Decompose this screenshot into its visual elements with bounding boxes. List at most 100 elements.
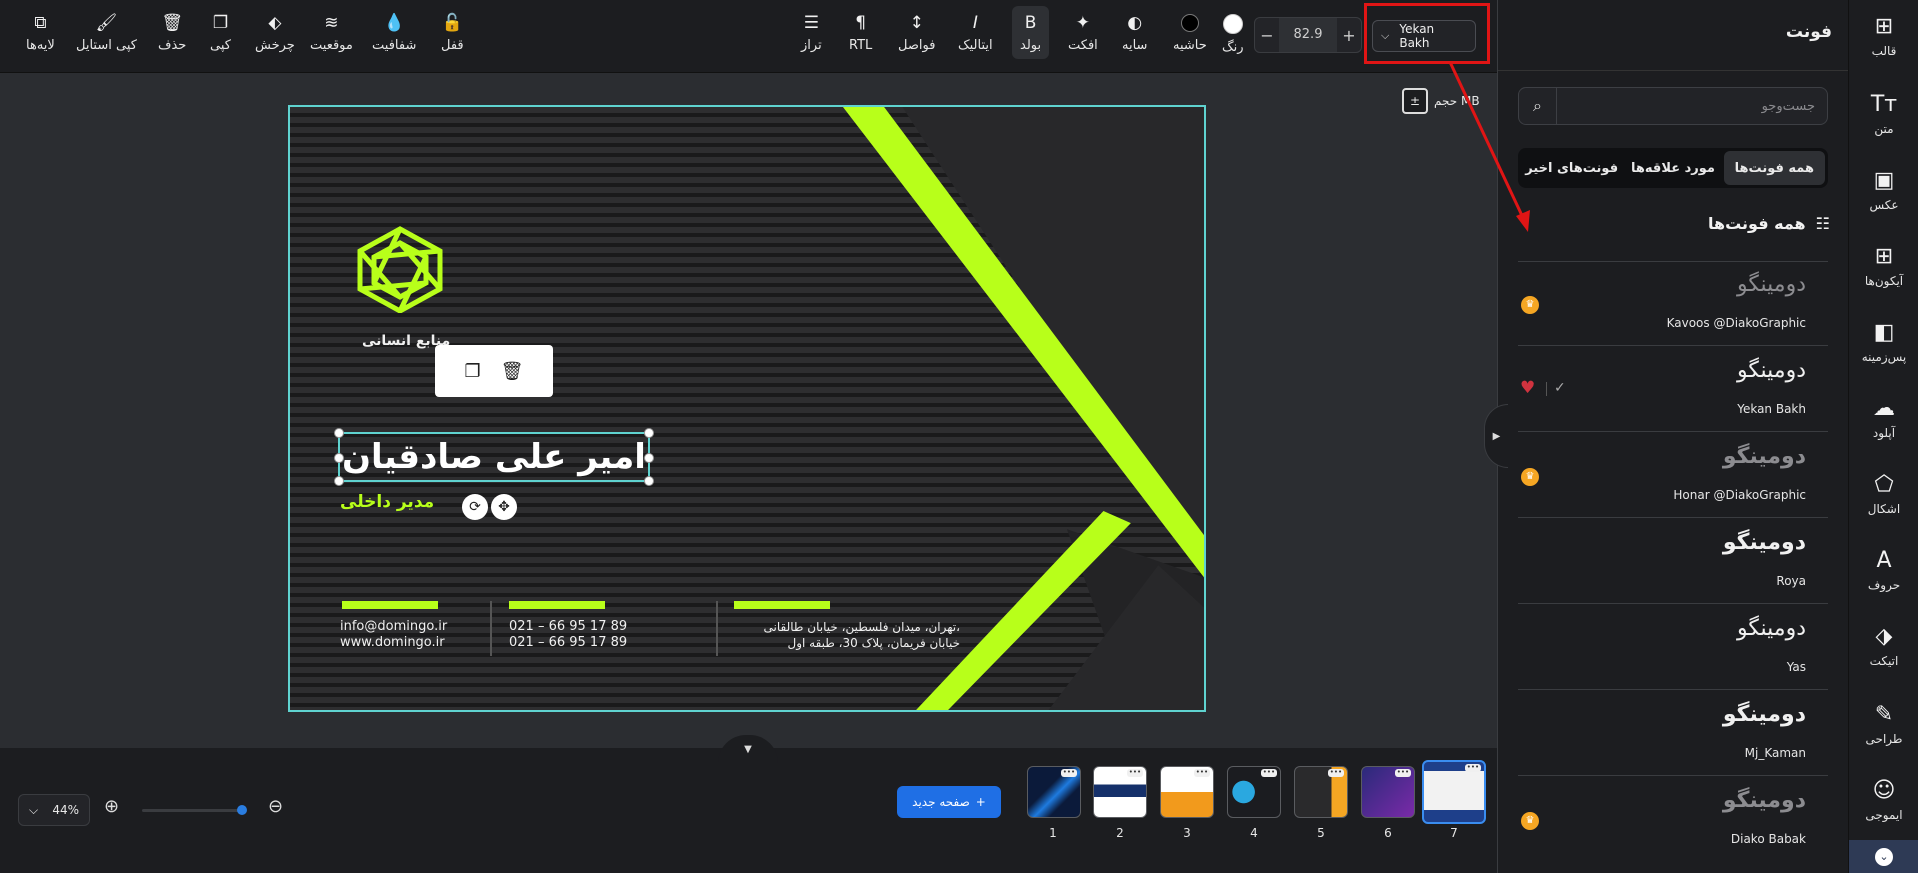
heart-icon[interactable]: ♥ [1520, 378, 1535, 398]
font-size-increase-button[interactable]: + [1337, 26, 1361, 45]
page-thumbnail[interactable]: ••• [1227, 766, 1281, 818]
file-size-indicator: ± حجم MB [1402, 88, 1480, 114]
selection-toolbar: ❐ 🗑 [435, 345, 553, 397]
rail-item-emoji[interactable]: ☺ ایموجی [1849, 778, 1918, 822]
rail-item-template[interactable]: ⊞ قالب [1849, 14, 1918, 58]
align-button[interactable]: ☰ تراز [801, 14, 822, 53]
rail-item-text[interactable]: Tт متن [1849, 92, 1918, 136]
resize-handle[interactable] [334, 476, 344, 486]
spacing-button[interactable]: ↕ فواصل [898, 14, 935, 53]
tab-recent[interactable]: فونت‌های اخیر [1521, 151, 1622, 185]
copy-button[interactable]: ❐ کپی [210, 14, 231, 53]
color-icon [1222, 14, 1243, 34]
tab-favorites[interactable]: مورد علاقه‌ها [1622, 151, 1723, 185]
person-name-text[interactable]: امیر علی صادقیان [340, 436, 648, 478]
selected-text-box[interactable]: امیر علی صادقیان [334, 428, 654, 486]
position-button[interactable]: ≋ موقعیت [310, 14, 353, 53]
more-icon[interactable]: ••• [1328, 769, 1344, 777]
page-thumbnail[interactable]: ••• [1294, 766, 1348, 818]
position-icon: ≋ [324, 13, 339, 33]
contact-web[interactable]: info@domingo.ir www.domingo.ir [340, 619, 447, 651]
page-thumbnail-active[interactable]: ••• [1422, 760, 1486, 824]
search-icon[interactable]: ⌕ [1519, 88, 1557, 124]
tab-all-fonts[interactable]: همه فونت‌ها [1723, 151, 1825, 185]
search-input[interactable] [1559, 88, 1823, 124]
border-button[interactable]: حاشیه [1173, 14, 1207, 53]
contact-address[interactable]: تهران، میدان فلسطین، خیابان طالقانی، خیا… [740, 619, 960, 651]
font-size-decrease-button[interactable]: − [1255, 26, 1279, 45]
opacity-button[interactable]: 💧 شفافیت [372, 14, 416, 53]
trash-icon[interactable]: 🗑 [501, 361, 524, 382]
font-list-item-selected[interactable]: ♥ ✓ دومینگو Yekan Bakh [1518, 348, 1828, 432]
font-list-item[interactable]: دومینگو Yas [1518, 606, 1828, 690]
font-list-item[interactable]: ♛ دومینگو Honar @DiakoGraphic [1518, 434, 1828, 518]
rail-item-upload[interactable]: ☁ آپلود [1849, 396, 1918, 440]
duplicate-icon[interactable]: ❐ [465, 361, 481, 382]
resize-handle[interactable] [334, 453, 344, 463]
italic-button[interactable]: I ایتالیک [958, 14, 993, 53]
contact-phone[interactable]: 021 – 66 95 17 89 021 – 66 95 17 89 [509, 619, 627, 651]
collapse-pages-button[interactable]: ▼ [718, 735, 778, 763]
hexagon-logo-icon[interactable] [352, 225, 448, 313]
accent-bar [734, 601, 830, 609]
page-thumbnail[interactable]: ••• [1093, 766, 1147, 818]
rail-item-design[interactable]: ✎ طراحی [1849, 702, 1918, 746]
page-thumbnail[interactable]: ••• [1361, 766, 1415, 818]
effect-button[interactable]: ✦ افکت [1068, 14, 1098, 53]
more-icon[interactable]: ••• [1127, 769, 1143, 777]
more-icon[interactable]: ••• [1261, 769, 1277, 777]
more-icon[interactable]: ••• [1061, 769, 1077, 777]
zoom-slider-knob[interactable] [237, 805, 247, 815]
resize-handle[interactable] [334, 428, 344, 438]
bold-button[interactable]: B بولد [1012, 6, 1050, 59]
delete-button[interactable]: 🗑 حذف [158, 14, 186, 53]
page-thumbnail[interactable]: ••• [1027, 766, 1081, 818]
more-icon[interactable]: ••• [1395, 769, 1411, 777]
rail-item-shapes[interactable]: ⬠ اشکال [1849, 472, 1918, 516]
font-list-item[interactable]: ♛ دومینگو Diako Babak [1518, 778, 1828, 862]
zoom-select[interactable]: ⌵ 44% [18, 794, 90, 826]
rail-item-background[interactable]: ◧ پس‌زمینه [1849, 320, 1918, 364]
business-card-canvas[interactable]: منابع انسانی ❐ 🗑 امیر علی صادقیان مدیر د… [288, 105, 1206, 712]
page-thumbnail[interactable]: ••• [1160, 766, 1214, 818]
rtl-button[interactable]: ¶ RTL [849, 14, 872, 53]
font-name: Mj_Kaman [1744, 746, 1806, 760]
copy-style-button[interactable]: 🖌 کپی استایل [76, 14, 137, 53]
design-icon: ✎ [1874, 702, 1894, 727]
more-icon[interactable]: ••• [1194, 769, 1210, 777]
move-handle-icon[interactable]: ✥ [491, 494, 517, 520]
calculator-icon[interactable]: ± [1402, 88, 1428, 114]
panel-collapse-button[interactable]: ▶ [1484, 404, 1508, 468]
font-list-item[interactable]: ♛ دومینگو Kavoos @DiakoGraphic [1518, 262, 1828, 346]
resize-handle[interactable] [644, 453, 654, 463]
font-family-select[interactable]: ⌵ Yekan Bakh [1372, 20, 1476, 52]
resize-handle[interactable] [644, 428, 654, 438]
font-list-item[interactable]: دومینگو Mj_Kaman [1518, 692, 1828, 776]
zoom-out-icon[interactable]: ⊖ [268, 796, 283, 817]
rotate-handle-icon[interactable]: ⟳ [462, 494, 488, 520]
shadow-button[interactable]: ◐ سایه [1122, 14, 1147, 53]
zoom-slider[interactable] [142, 805, 247, 815]
rail-item-sticker[interactable]: ⬗ اتیکت [1849, 624, 1918, 668]
zoom-in-icon[interactable]: ⊕ [104, 796, 119, 817]
more-icon[interactable]: ••• [1465, 764, 1481, 772]
emoji-icon: ☺ [1872, 778, 1896, 803]
rail-scroll-down-button[interactable]: ⌄ [1849, 840, 1918, 873]
page-number: 3 [1183, 826, 1191, 840]
font-size-input[interactable]: 82.9 [1279, 18, 1337, 52]
section-header: همه فونت‌ها ☷ [1708, 214, 1830, 233]
list-icon[interactable]: ☷ [1816, 214, 1830, 233]
layers-button[interactable]: ⧉ لایه‌ها [26, 14, 55, 53]
rotate-button[interactable]: ⬖ چرخش [255, 14, 295, 53]
resize-handle[interactable] [644, 476, 654, 486]
spacing-icon: ↕ [909, 13, 924, 33]
font-list-item[interactable]: دومینگو Roya [1518, 520, 1828, 604]
new-page-button[interactable]: صفحه جدید + [897, 786, 1001, 818]
lock-button[interactable]: 🔓 قفل [441, 14, 464, 53]
job-title-text[interactable]: مدیر داخلی [340, 492, 434, 512]
color-button[interactable]: رنگ [1222, 14, 1244, 55]
rail-item-image[interactable]: ▣ عکس [1849, 168, 1918, 212]
rail-item-icons[interactable]: ⊞ آیکون‌ها [1849, 244, 1918, 288]
rail-item-letters[interactable]: A حروف [1849, 548, 1918, 592]
icons-icon: ⊞ [1874, 244, 1894, 269]
